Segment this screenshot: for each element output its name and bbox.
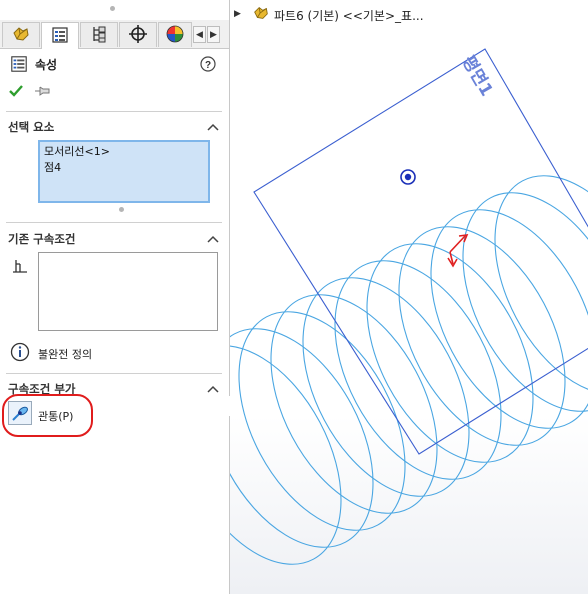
collapse-chevron-icon[interactable] <box>207 385 219 393</box>
collapse-chevron-icon[interactable] <box>207 123 219 131</box>
plane-1-outline[interactable] <box>253 48 588 455</box>
collapse-chevron-icon[interactable] <box>207 235 219 243</box>
checkmark-icon <box>9 85 23 97</box>
list-item[interactable]: 점4 <box>44 160 204 176</box>
helix-revolution <box>334 260 502 480</box>
highlight-annotation <box>2 394 93 437</box>
ok-button[interactable] <box>8 83 24 102</box>
display-manager-icon <box>165 24 185 47</box>
question-mark-icon: ? <box>200 56 216 72</box>
property-icon <box>10 55 28 76</box>
tab-display-manager[interactable] <box>158 22 192 47</box>
selected-entities-list[interactable]: 모서리선<1> 점4 <box>38 140 210 203</box>
section-divider <box>6 373 222 374</box>
propertymanager-icon <box>50 25 70 48</box>
helix-revolution <box>302 277 470 497</box>
property-manager-panel: ◀ ▶ 속성 ? 선택 요소 모서리선<1> 점4 기존 구속조건 불완전 정의… <box>0 0 230 594</box>
section-divider <box>6 222 222 223</box>
pushpin-icon <box>35 86 50 96</box>
tab-scroll-left-button[interactable]: ◀ <box>193 26 206 43</box>
helix-revolution <box>230 328 374 548</box>
property-manager-title: 속성 <box>35 58 58 72</box>
tab-featuremanager[interactable] <box>2 22 40 47</box>
helix-revolution <box>398 226 566 446</box>
helix-revolution <box>270 294 438 514</box>
existing-relations-list[interactable] <box>38 252 218 331</box>
helix-sketch[interactable] <box>230 148 588 592</box>
helix-revolution <box>366 243 534 463</box>
list-item[interactable]: 모서리선<1> <box>44 144 204 160</box>
manager-tab-bar: ◀ ▶ <box>0 20 229 49</box>
keep-visible-button[interactable] <box>34 84 50 101</box>
existing-relations-heading: 기존 구속조건 <box>8 232 76 246</box>
tab-propertymanager[interactable] <box>41 22 79 49</box>
selected-point[interactable] <box>400 169 416 185</box>
tab-scroll-right-button[interactable]: ▶ <box>207 26 220 43</box>
selected-entities-heading: 선택 요소 <box>8 120 55 134</box>
tab-dimxpert[interactable] <box>119 22 157 47</box>
section-divider <box>6 111 222 112</box>
info-icon <box>10 342 30 365</box>
definition-status-text: 불완전 정의 <box>38 348 93 361</box>
svg-text:?: ? <box>205 60 211 71</box>
panel-grip-handle[interactable] <box>110 6 115 11</box>
graphics-viewport[interactable]: ▶ 파트6 (기본) <<기본>_표... 평면1 <box>230 0 588 594</box>
crosshair-icon <box>128 24 148 47</box>
tab-configurationmanager[interactable] <box>80 22 118 47</box>
configurationmanager-icon <box>89 24 109 47</box>
list-resize-handle[interactable] <box>119 207 124 212</box>
help-button[interactable]: ? <box>200 56 216 75</box>
relations-icon <box>11 256 29 277</box>
sketch-origin-triad <box>447 234 469 268</box>
helix-revolution <box>494 175 588 395</box>
model-scene: 평면1 <box>230 48 588 592</box>
featuremanager-icon <box>11 24 31 47</box>
